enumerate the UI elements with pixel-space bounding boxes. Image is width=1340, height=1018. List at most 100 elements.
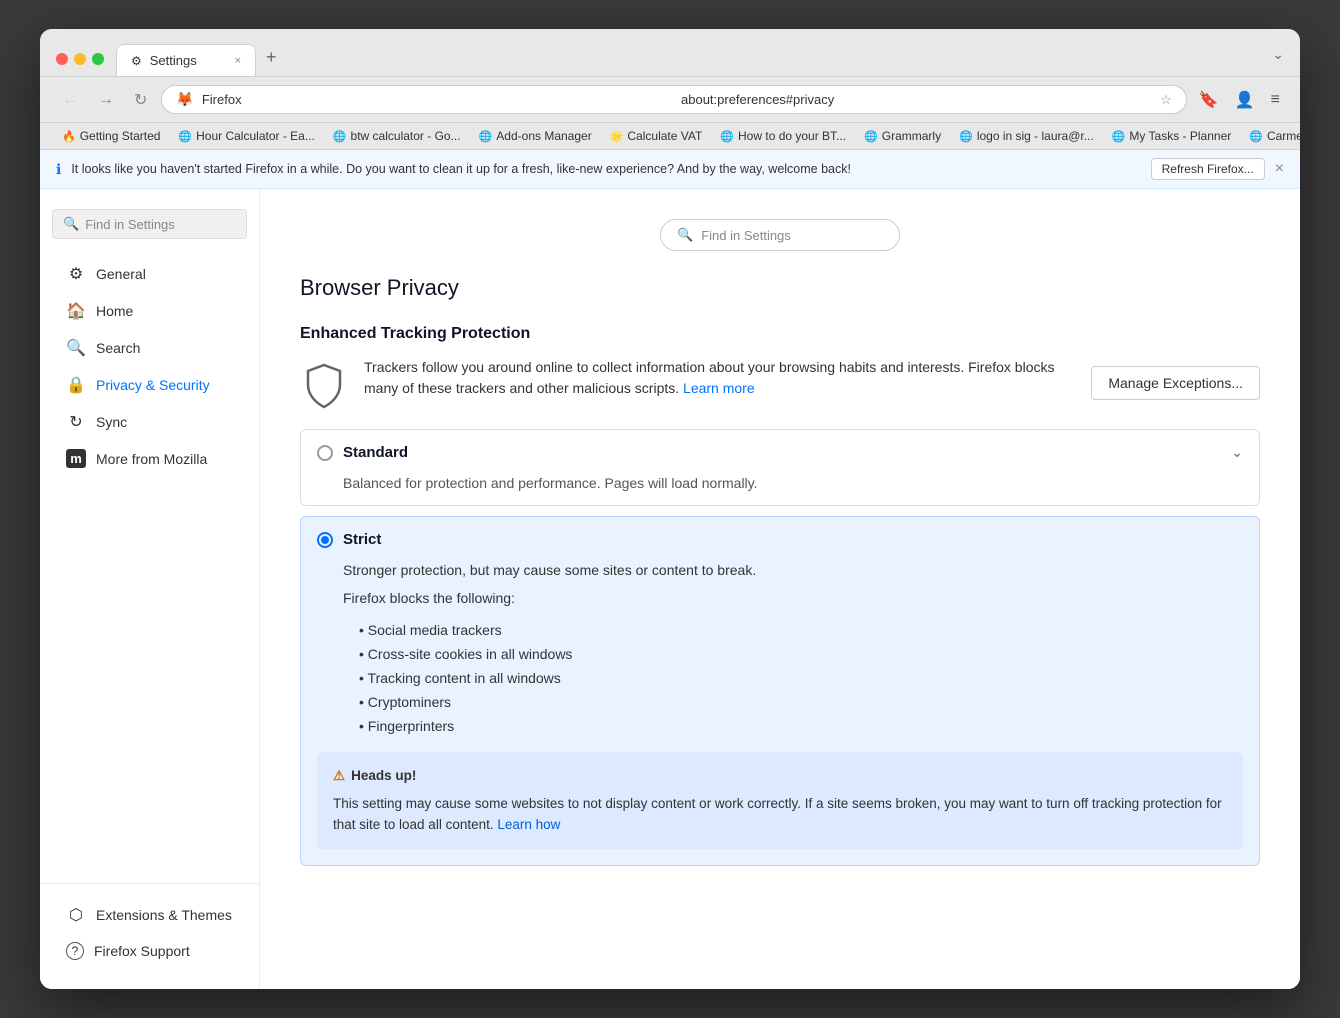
sidebar-item-extensions[interactable]: ⬡ Extensions & Themes	[46, 897, 253, 933]
sidebar-item-more[interactable]: m More from Mozilla	[46, 441, 253, 476]
bookmark-label: Grammarly	[882, 129, 941, 143]
main-area: 🔍 Find in Settings ⚙ General 🏠 Home 🔍 Se…	[40, 189, 1300, 989]
standard-option-header[interactable]: Standard ⌄	[301, 430, 1259, 475]
strict-blocks-list: Social media trackers Cross-site cookies…	[317, 618, 1243, 738]
bookmark-fire-icon: 🔥	[62, 130, 76, 143]
manage-exceptions-button[interactable]: Manage Exceptions...	[1091, 366, 1260, 400]
bookmark-globe-icon-8: 🌐	[1249, 130, 1263, 143]
info-message: It looks like you haven't started Firefo…	[71, 162, 1140, 176]
lock-icon: 🔒	[66, 375, 86, 395]
standard-chevron-icon: ⌄	[1231, 444, 1243, 461]
sidebar-item-home[interactable]: 🏠 Home	[46, 293, 253, 329]
tab-close-button[interactable]: ×	[235, 55, 241, 67]
standard-radio-button[interactable]	[317, 445, 333, 461]
list-item-cookies: Cross-site cookies in all windows	[359, 642, 1243, 666]
sidebar: 🔍 Find in Settings ⚙ General 🏠 Home 🔍 Se…	[40, 189, 260, 989]
back-button[interactable]: ←	[56, 87, 84, 113]
address-bar[interactable]: 🦊 Firefox about:preferences#privacy ☆	[161, 85, 1186, 114]
bookmark-globe-icon-7: 🌐	[1112, 130, 1126, 143]
sidebar-item-support[interactable]: ? Firefox Support	[46, 934, 253, 968]
title-bar: ⚙ Settings × + ⌄	[40, 29, 1300, 77]
bookmark-tasks[interactable]: 🌐 My Tasks - Planner	[1106, 127, 1238, 145]
strict-radio-button[interactable]	[317, 532, 333, 548]
sidebar-nav: ⚙ General 🏠 Home 🔍 Search 🔒 Privacy & Se…	[40, 255, 259, 871]
maximize-button[interactable]	[92, 53, 104, 65]
sidebar-item-label-sync: Sync	[96, 414, 127, 430]
close-button[interactable]	[56, 53, 68, 65]
menu-button[interactable]: ≡	[1267, 87, 1284, 113]
bookmark-globe-icon-2: 🌐	[333, 130, 347, 143]
bookmark-label: Calculate VAT	[627, 129, 702, 143]
sidebar-search[interactable]: 🔍 Find in Settings	[52, 209, 247, 239]
bookmark-label: How to do your BT...	[738, 129, 846, 143]
bookmark-star-icon[interactable]: ☆	[1160, 92, 1172, 108]
bookmark-logo-sig[interactable]: 🌐 logo in sig - laura@r...	[953, 127, 1100, 145]
tracking-description: Trackers follow you around online to col…	[364, 357, 1075, 399]
bookmark-grammarly[interactable]: 🌐 Grammarly	[858, 127, 947, 145]
bookmark-label: btw calculator - Go...	[351, 129, 461, 143]
sidebar-bottom: ⬡ Extensions & Themes ? Firefox Support	[40, 883, 259, 969]
bookmark-btw-calculator[interactable]: 🌐 btw calculator - Go...	[327, 127, 467, 145]
settings-tab-label: Settings	[150, 53, 197, 68]
strict-option-body: Stronger protection, but may cause some …	[301, 562, 1259, 865]
strict-option-card: Strict Stronger protection, but may caus…	[300, 516, 1260, 866]
minimize-button[interactable]	[74, 53, 86, 65]
strict-option-header[interactable]: Strict	[301, 517, 1259, 562]
bookmark-label: Getting Started	[80, 129, 161, 143]
bookmark-globe-icon-4: 🌐	[720, 130, 734, 143]
search-icon-sidebar: 🔍	[66, 338, 86, 358]
shield-icon	[300, 361, 348, 409]
sync-icon: ↻	[66, 412, 86, 432]
traffic-lights	[56, 53, 104, 65]
sidebar-item-sync[interactable]: ↻ Sync	[46, 404, 253, 440]
new-tab-button[interactable]: +	[256, 41, 287, 74]
sidebar-item-label-extensions: Extensions & Themes	[96, 907, 232, 923]
strict-option-description: Stronger protection, but may cause some …	[317, 562, 1243, 578]
bookmark-addons[interactable]: 🌐 Add-ons Manager	[473, 127, 598, 145]
standard-option-description: Balanced for protection and performance.…	[301, 475, 1259, 505]
refresh-firefox-button[interactable]: Refresh Firefox...	[1151, 158, 1265, 180]
bookmarks-bar: 🔥 Getting Started 🌐 Hour Calculator - Ea…	[40, 123, 1300, 150]
address-url: about:preferences#privacy	[681, 92, 1152, 107]
sidebar-item-privacy[interactable]: 🔒 Privacy & Security	[46, 367, 253, 403]
bookmark-bt[interactable]: 🌐 How to do your BT...	[714, 127, 852, 145]
bookmark-calculate-vat[interactable]: 🌟 Calculate VAT	[604, 127, 709, 145]
bookmark-label: logo in sig - laura@r...	[977, 129, 1094, 143]
support-icon: ?	[66, 942, 84, 960]
sidebar-item-label-privacy: Privacy & Security	[96, 377, 210, 393]
list-item-social: Social media trackers	[359, 618, 1243, 642]
title-bar-right: ⌄	[1272, 46, 1284, 71]
warning-triangle-icon: ⚠	[333, 766, 345, 786]
pocket-button[interactable]: 🔖	[1195, 86, 1223, 114]
forward-button[interactable]: →	[92, 87, 120, 113]
sidebar-item-search[interactable]: 🔍 Search	[46, 330, 253, 366]
info-icon: ℹ	[56, 161, 61, 178]
info-bar-close-button[interactable]: ×	[1275, 160, 1284, 178]
bookmark-star-icon: 🌟	[610, 130, 624, 143]
address-firefox: Firefox	[202, 92, 673, 107]
find-in-settings-container: 🔍 Find in Settings	[300, 219, 1260, 251]
bookmark-globe-icon-6: 🌐	[959, 130, 973, 143]
bookmark-hour-calculator[interactable]: 🌐 Hour Calculator - Ea...	[172, 127, 320, 145]
chevron-down-icon[interactable]: ⌄	[1272, 46, 1284, 63]
learn-more-link[interactable]: Learn more	[683, 380, 755, 396]
settings-tab[interactable]: ⚙ Settings ×	[116, 44, 256, 76]
bookmark-label: Hour Calculator - Ea...	[196, 129, 315, 143]
strict-blocks-title: Firefox blocks the following:	[317, 590, 1243, 606]
profile-button[interactable]: 👤	[1231, 86, 1259, 114]
bookmark-getting-started[interactable]: 🔥 Getting Started	[56, 127, 166, 145]
page-title: Browser Privacy	[300, 275, 1260, 301]
sidebar-item-label-home: Home	[96, 303, 133, 319]
sidebar-item-general[interactable]: ⚙ General	[46, 256, 253, 292]
sidebar-search-placeholder: Find in Settings	[85, 217, 175, 232]
strict-option-label: Strict	[343, 531, 1243, 548]
bookmark-carmen[interactable]: 🌐 Carmen & Laura - Pl...	[1243, 127, 1300, 145]
list-item-crypto: Cryptominers	[359, 690, 1243, 714]
warning-box: ⚠ Heads up! This setting may cause some …	[317, 752, 1243, 849]
find-in-settings-input[interactable]: 🔍 Find in Settings	[660, 219, 900, 251]
learn-how-link[interactable]: Learn how	[497, 817, 560, 832]
refresh-button[interactable]: ↻	[128, 86, 153, 114]
find-placeholder-text: Find in Settings	[701, 228, 791, 243]
bookmark-globe-icon: 🌐	[178, 130, 192, 143]
tracking-info-row: Trackers follow you around online to col…	[300, 357, 1260, 409]
